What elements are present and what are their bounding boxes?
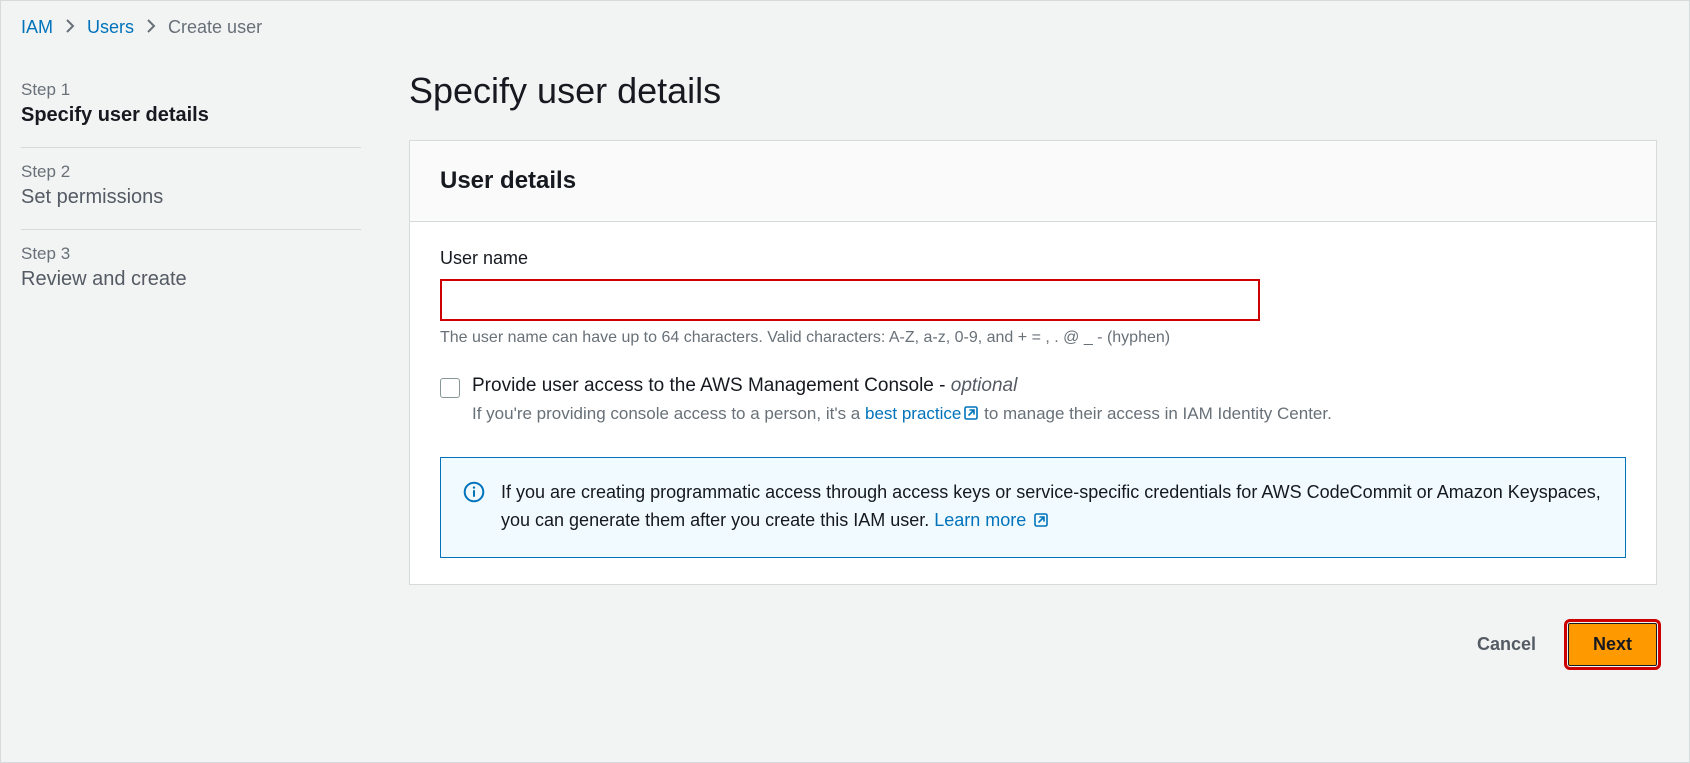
learn-more-link[interactable]: Learn more [934, 510, 1049, 530]
breadcrumb-iam[interactable]: IAM [21, 17, 53, 38]
desc-suffix: to manage their access in IAM Identity C… [979, 404, 1331, 423]
step-title: Review and create [21, 268, 361, 291]
user-details-panel: User details User name The user name can… [409, 140, 1657, 585]
breadcrumb: IAM Users Create user [21, 17, 1657, 38]
external-link-icon [963, 403, 979, 429]
best-practice-link[interactable]: best practice [865, 404, 979, 423]
step-title: Specify user details [21, 104, 361, 127]
next-button[interactable]: Next [1568, 623, 1657, 666]
step-2[interactable]: Step 2 Set permissions [21, 148, 361, 230]
wizard-steps: Step 1 Specify user details Step 2 Set p… [21, 66, 361, 742]
username-input[interactable] [440, 279, 1260, 321]
step-3[interactable]: Step 3 Review and create [21, 230, 361, 311]
wizard-footer: Cancel Next [409, 623, 1657, 666]
breadcrumb-current: Create user [168, 17, 262, 38]
learn-more-text: Learn more [934, 510, 1026, 530]
info-text-body: If you are creating programmatic access … [501, 482, 1601, 531]
info-text: If you are creating programmatic access … [501, 478, 1603, 538]
chevron-right-icon [146, 17, 156, 38]
console-access-checkbox[interactable] [440, 378, 460, 398]
step-label: Step 2 [21, 162, 361, 182]
external-link-icon [1033, 508, 1049, 537]
desc-prefix: If you're providing console access to a … [472, 404, 865, 423]
panel-header: User details [410, 141, 1656, 222]
step-1[interactable]: Step 1 Specify user details [21, 66, 361, 148]
page-title: Specify user details [409, 70, 1657, 112]
info-box: If you are creating programmatic access … [440, 457, 1626, 559]
step-title: Set permissions [21, 186, 361, 209]
best-practice-link-text: best practice [865, 404, 961, 423]
console-access-label-text: Provide user access to the AWS Managemen… [472, 375, 951, 396]
step-label: Step 1 [21, 80, 361, 100]
breadcrumb-users[interactable]: Users [87, 17, 134, 38]
console-access-desc: If you're providing console access to a … [472, 401, 1626, 429]
chevron-right-icon [65, 17, 75, 38]
optional-tag: optional [951, 375, 1018, 396]
username-hint: The user name can have up to 64 characte… [440, 329, 1626, 347]
step-label: Step 3 [21, 244, 361, 264]
username-label: User name [440, 248, 1626, 269]
info-icon [463, 481, 485, 512]
panel-title: User details [440, 167, 1626, 195]
cancel-button[interactable]: Cancel [1453, 624, 1560, 665]
console-access-label: Provide user access to the AWS Managemen… [472, 375, 1626, 397]
